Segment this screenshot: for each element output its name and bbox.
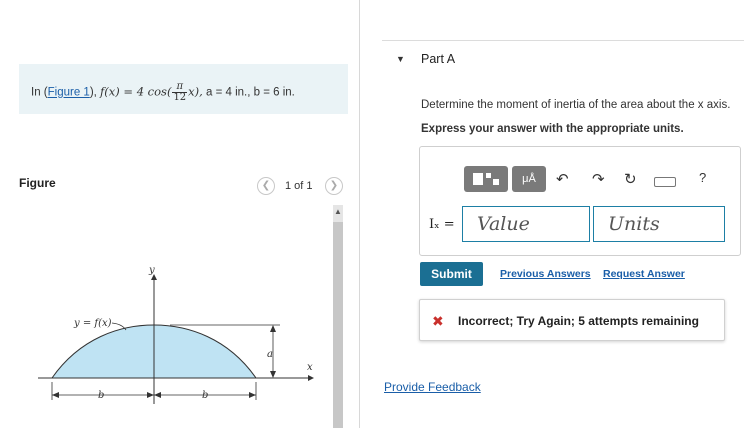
submit-button[interactable]: Submit bbox=[420, 262, 483, 286]
reset-icon[interactable]: ↻ bbox=[624, 170, 637, 188]
height-arrow-bottom bbox=[270, 371, 276, 378]
width-arrow-left bbox=[52, 392, 59, 398]
width-arrow-mid-left bbox=[147, 392, 154, 398]
height-label: a bbox=[267, 349, 273, 360]
width-arrow-mid-right bbox=[154, 392, 161, 398]
provide-feedback-link[interactable]: Provide Feedback bbox=[384, 380, 481, 394]
problem-prefix: In ( bbox=[31, 86, 48, 99]
problem-text: In (Figure 1), f(x) = 4 cos(π 12 x), a = 4… bbox=[31, 82, 295, 103]
problem-statement: In (Figure 1), f(x) = 4 cos(π 12 x), a = 4… bbox=[19, 64, 348, 114]
x-axis-label: x bbox=[307, 362, 313, 373]
scroll-up-icon[interactable]: ▲ bbox=[333, 207, 343, 217]
value-input[interactable]: Value bbox=[462, 206, 590, 242]
answer-variable-label: Iₓ = bbox=[429, 217, 455, 232]
x-axis-arrow bbox=[308, 375, 314, 381]
help-button[interactable]: ? bbox=[699, 170, 706, 185]
previous-answers-link[interactable]: Previous Answers bbox=[500, 268, 591, 280]
chevron-right-icon[interactable]: ❯ bbox=[325, 177, 343, 195]
fraction-denominator: 12 bbox=[173, 92, 187, 103]
caret-down-icon[interactable]: ▼ bbox=[396, 54, 405, 64]
keyboard-icon[interactable] bbox=[654, 177, 676, 187]
units-input[interactable]: Units bbox=[593, 206, 725, 242]
fraction: π 12 bbox=[172, 82, 188, 103]
y-axis-label: y bbox=[148, 265, 155, 276]
function-lhs: f(x) = 4 cos( bbox=[100, 84, 172, 99]
problem-params: a = 4 in., b = 6 in. bbox=[206, 86, 295, 99]
area-diagram: y x y = f(x) a b b bbox=[38, 265, 314, 404]
redo-icon[interactable]: ↷ bbox=[592, 170, 605, 188]
undo-icon[interactable]: ↶ bbox=[556, 170, 569, 188]
left-pane: In (Figure 1), f(x) = 4 cos(π 12 x), a = 4… bbox=[0, 0, 360, 428]
question-text: Determine the moment of inertia of the a… bbox=[421, 99, 731, 111]
feedback-message: Incorrect; Try Again; 5 attempts remaini… bbox=[458, 314, 699, 328]
figure-scroll-thumb[interactable] bbox=[333, 222, 343, 428]
right-width-label: b bbox=[202, 390, 208, 401]
function-rhs: x), bbox=[188, 84, 203, 99]
x-mark-icon: ✖ bbox=[432, 313, 444, 329]
request-answer-link[interactable]: Request Answer bbox=[603, 268, 685, 280]
figure-link[interactable]: Figure 1 bbox=[48, 87, 90, 99]
chevron-left-icon[interactable]: ❮ bbox=[257, 177, 275, 195]
width-arrow-right bbox=[249, 392, 256, 398]
page-indicator: 1 of 1 bbox=[285, 180, 313, 192]
figure-label: Figure bbox=[19, 176, 56, 190]
left-width-label: b bbox=[98, 390, 104, 401]
templates-icon[interactable] bbox=[464, 166, 508, 192]
curve-label: y = f(x) bbox=[73, 318, 112, 329]
pane-divider bbox=[359, 0, 360, 428]
height-arrow-top bbox=[270, 325, 276, 332]
part-title[interactable]: Part A bbox=[421, 52, 455, 66]
problem-suffix: ), bbox=[89, 86, 97, 99]
units-button[interactable]: μÅ bbox=[512, 166, 546, 192]
instruction-text: Express your answer with the appropriate… bbox=[421, 123, 684, 135]
